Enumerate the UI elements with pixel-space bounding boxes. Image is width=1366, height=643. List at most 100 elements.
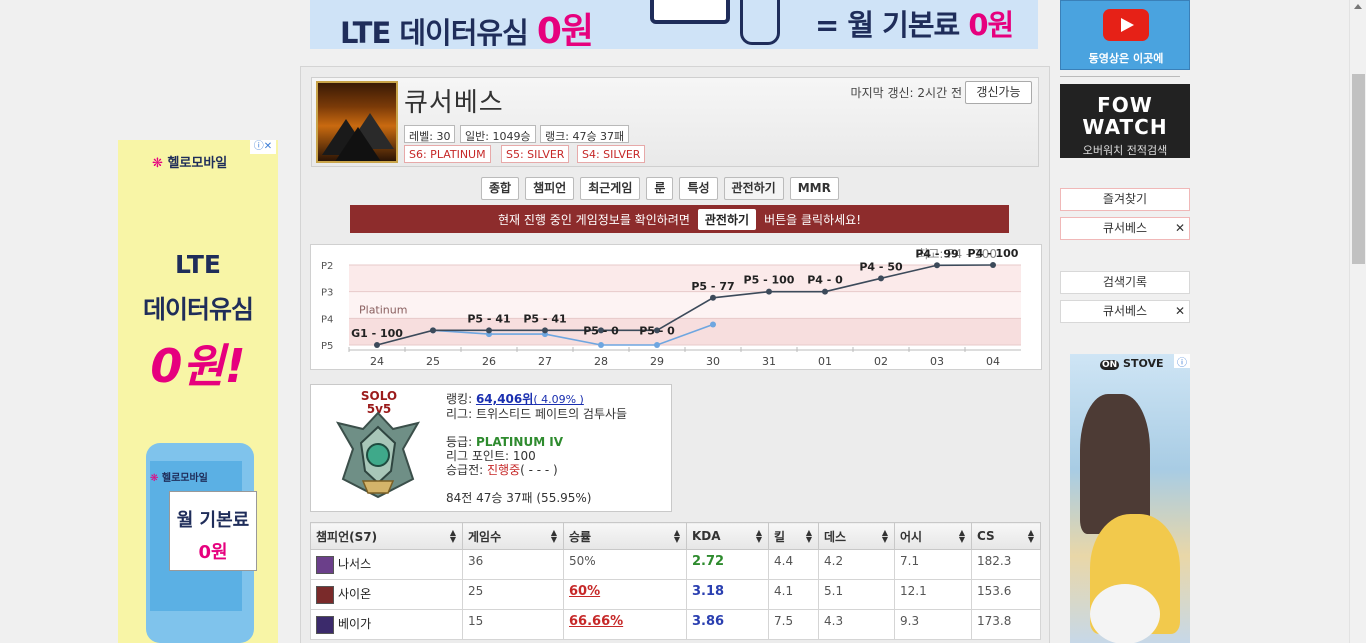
profile-tabs: 종합 챔피언 최근게임 룬 특성 관전하기 MMR (481, 177, 839, 200)
cs-cell: 173.8 (971, 609, 1041, 640)
winrate-cell: 66.66% (563, 609, 687, 640)
x-tick-label: 02 (874, 355, 888, 368)
video-link-box[interactable]: 동영상은 이곳에 (1060, 0, 1190, 70)
tab-recent-games[interactable]: 최근게임 (580, 177, 641, 200)
close-icon[interactable]: ✕ (1175, 301, 1185, 322)
ad-info-icon[interactable]: ⓘ (1174, 354, 1190, 369)
spectate-notice-bar: 현재 진행 중인 게임정보를 확인하려면 관전하기 버튼을 클릭하세요! (350, 205, 1009, 233)
ad-phone-graphic: ❋ 헬로모바일 월 기본료 0원 (146, 443, 257, 643)
normal-wins-chip: 일반: 1049승 (460, 125, 536, 143)
y-tick-label: P2 (321, 261, 333, 272)
data-label: P5 - 0 (639, 324, 675, 337)
scrollbar-thumb[interactable] (1352, 74, 1365, 264)
col-kills[interactable]: 킬 ▲ ▼ (768, 522, 819, 550)
left-side-ad[interactable]: ❋ 헬로모바일 ⓘ✕ LTE 데이터유심 0원! ❋ 헬로모바일 월 기본료 0… (118, 140, 278, 643)
assists-cell: 12.1 (894, 579, 972, 610)
data-point (654, 342, 660, 348)
top-banner-ad[interactable]: LTE 데이터유심 0원 = 월 기본료 0원 (310, 0, 1038, 49)
rank-link[interactable]: 64,406위 (476, 392, 533, 406)
data-label: P5 - 41 (523, 312, 566, 325)
col-champion[interactable]: 챔피언(S7) ▲ ▼ (310, 522, 463, 550)
champion-cell[interactable]: 사이온 (310, 579, 463, 610)
col-deaths[interactable]: 데스 ▲ ▼ (818, 522, 895, 550)
fow-watch-banner[interactable]: FOW WATCH 오버워치 전적검색 (1060, 84, 1190, 158)
assists-cell: 7.1 (894, 549, 972, 580)
tab-champions[interactable]: 챔피언 (525, 177, 575, 200)
season-chip: S6: PLATINUM (404, 145, 491, 163)
col-winrate[interactable]: 승률 ▲ ▼ (563, 522, 687, 550)
tier-text: PLATINUM IV (475, 435, 564, 449)
kda-cell: 3.86 (686, 609, 769, 640)
kda-cell: 2.72 (686, 549, 769, 580)
col-kda[interactable]: KDA ▲ ▼ (686, 522, 769, 550)
data-label: P4 - 100 (968, 247, 1019, 260)
banner-text-left: LTE 데이터유심 0원 (340, 11, 594, 49)
solo-info: 랭킹: 64,406위( 4.09% ) 리그: 트위스티드 페이트의 검투사들… (446, 392, 628, 505)
y-tick-label: P4 (321, 314, 333, 325)
refresh-button[interactable]: 갱신가능 (965, 81, 1032, 104)
summoner-profile: 큐서베스 레벨: 30 일반: 1049승 랭크: 47승 37패 S6: PL… (311, 77, 1039, 167)
x-tick-label: 31 (762, 355, 776, 368)
x-tick-label: 01 (818, 355, 832, 368)
last-update-text: 마지막 갱신: 2시간 전 (850, 86, 962, 100)
fow-subtitle: 오버워치 전적검색 (1082, 144, 1168, 157)
data-label: P4 - 0 (807, 274, 843, 287)
games-cell: 15 (462, 609, 564, 640)
stove-logo: ON STOVE (1100, 357, 1164, 370)
ad-brand-logo: ❋ 헬로모바일 (152, 156, 228, 171)
youtube-play-icon (1103, 9, 1149, 41)
data-label: P5 - 77 (691, 280, 734, 293)
league-points: 리그 포인트: 100 (446, 449, 536, 463)
fow-logo-text: FOW WATCH (1082, 93, 1168, 139)
data-point (486, 327, 492, 334)
x-tick-label: 24 (370, 355, 384, 368)
kills-cell: 4.4 (768, 549, 819, 580)
col-assists[interactable]: 어시 ▲ ▼ (894, 522, 972, 550)
summoner-name: 큐서베스 (404, 88, 504, 118)
x-tick-label: 03 (930, 355, 944, 368)
kills-cell: 7.5 (768, 609, 819, 640)
league-points-chart: P2 P3 P4 P5 24 25 26 27 28 29 30 31 01 02 03 04 Platinum… (310, 244, 1042, 370)
tab-summary[interactable]: 종합 (481, 177, 520, 200)
tab-spectate[interactable]: 관전하기 (723, 177, 784, 200)
season-chip: S4: SILVER (577, 145, 646, 163)
search-history-header: 검색기록 (1060, 271, 1190, 294)
tab-runes[interactable]: 룬 (646, 177, 674, 200)
assists-cell: 9.3 (894, 609, 972, 640)
ad-info-icon[interactable]: ⓘ✕ (250, 140, 276, 154)
tab-mmr[interactable]: MMR (789, 177, 839, 200)
banner-text-right: = 월 기본료 0원 (815, 8, 1014, 42)
champion-stats-table: 챔피언(S7) ▲ ▼ 게임수 ▲ ▼ 승률 ▲ ▼ KDA ▲ ▼ 킬 ▲ ▼ 데스 ▲ ▼ 어시 ▲ ▼… (310, 522, 1041, 640)
ad-price-card: 월 기본료 0원 (169, 491, 257, 571)
season-chip: S5: SILVER (501, 145, 570, 163)
favorite-item[interactable]: 큐서베스 ✕ (1060, 217, 1190, 240)
data-label: P4 - 50 (859, 260, 903, 273)
deaths-cell: 4.3 (818, 609, 895, 640)
spectate-button[interactable]: 관전하기 (697, 208, 757, 230)
data-point (990, 262, 996, 268)
x-tick-label: 26 (482, 355, 496, 368)
col-cs[interactable]: CS ▲ ▼ (971, 522, 1041, 550)
champion-cell[interactable]: 베이가 (310, 609, 463, 640)
champion-icon (316, 555, 334, 574)
data-label: G1 - 100 (351, 327, 403, 340)
x-tick-label: 27 (538, 355, 552, 368)
scroll-up-arrow-icon[interactable] (1354, 4, 1362, 9)
banner-phone-graphic (650, 0, 730, 24)
data-label: P5 - 100 (744, 274, 795, 287)
x-tick-label: 28 (594, 355, 608, 368)
history-item[interactable]: 큐서베스 ✕ (1060, 300, 1190, 323)
tab-masteries[interactable]: 특성 (679, 177, 718, 200)
champion-cell[interactable]: 나서스 (310, 549, 463, 580)
winrate-cell: 60% (563, 579, 687, 610)
data-label: P5 - 41 (467, 312, 510, 325)
right-side-ad[interactable]: ON STOVE ⓘ (1070, 354, 1190, 643)
col-games[interactable]: 게임수 ▲ ▼ (462, 522, 564, 550)
page-scrollbar[interactable] (1349, 0, 1366, 643)
close-icon[interactable]: ✕ (1175, 218, 1185, 239)
sidebar-divider (1060, 76, 1180, 77)
cs-cell: 153.6 (971, 579, 1041, 610)
games-cell: 36 (462, 549, 564, 580)
data-point (710, 294, 716, 301)
video-link-text: 동영상은 이곳에 (1088, 52, 1164, 65)
